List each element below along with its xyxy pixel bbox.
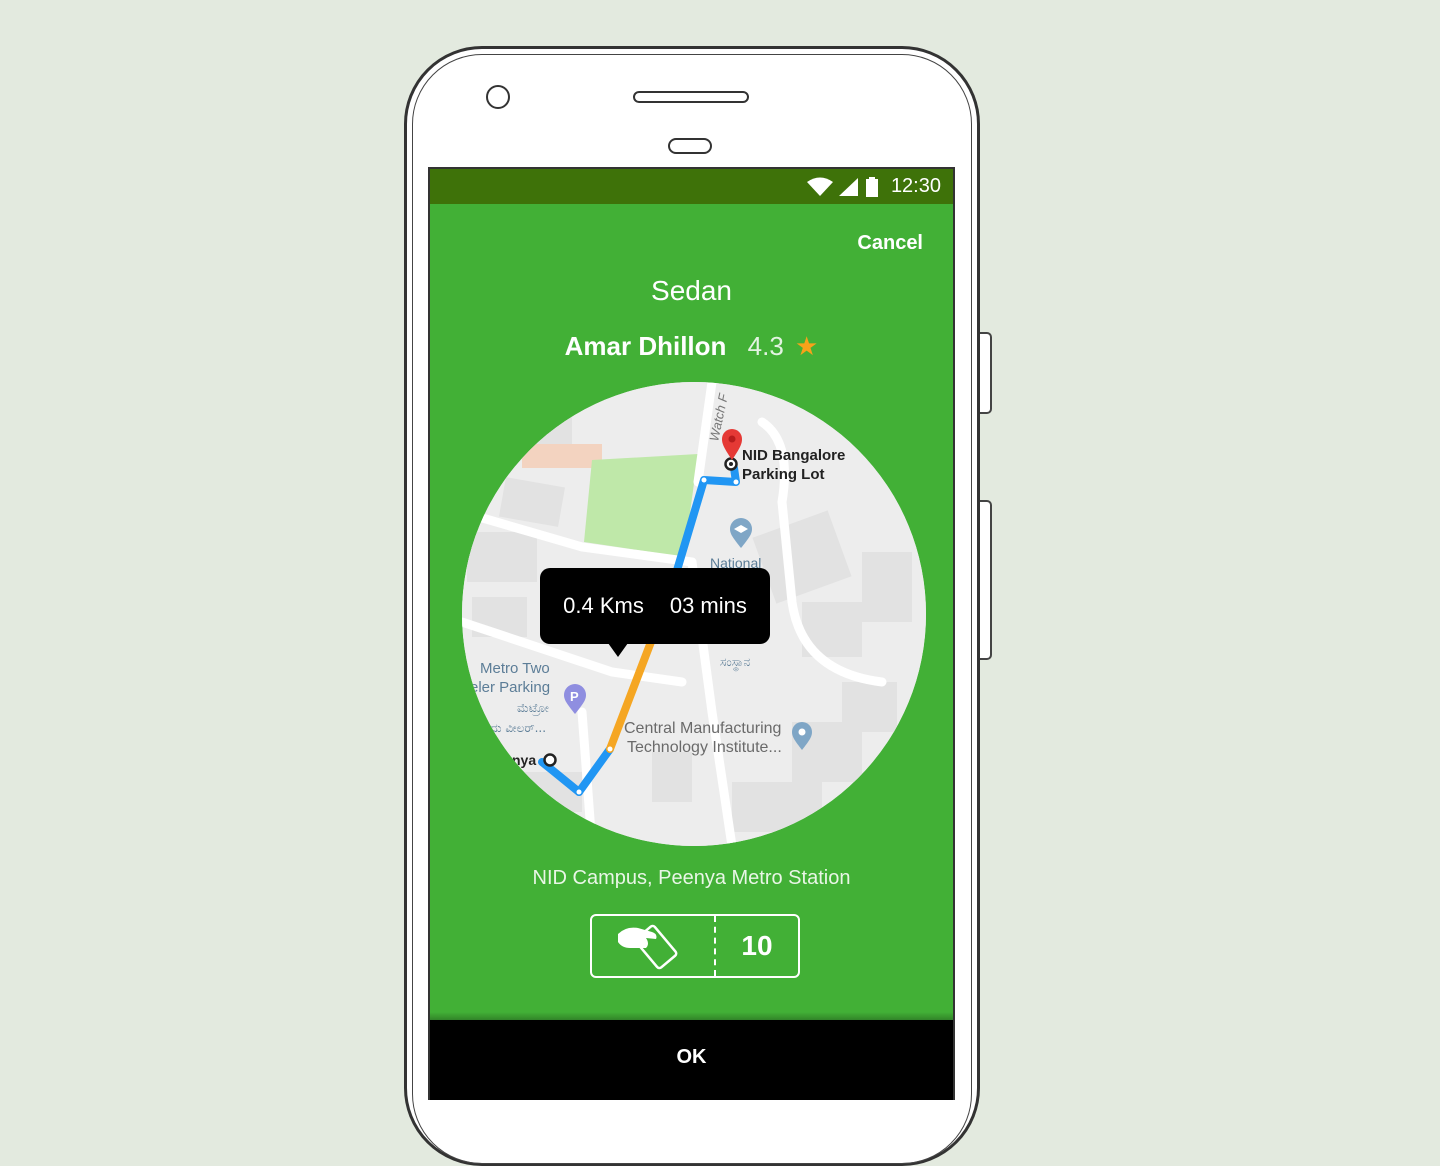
destination-label-line1: NID Bangalore — [742, 447, 845, 464]
destination-label-line2: Parking Lot — [742, 466, 825, 483]
ok-bar-shadow — [430, 1012, 953, 1020]
poi-cmti-label-line1: Central Manufacturing — [624, 720, 781, 737]
vehicle-type: Sedan — [651, 275, 732, 306]
route-distance: 0.4 Kms — [563, 593, 644, 618]
status-bar: 12:30 — [430, 167, 953, 204]
route-summary: NID Campus, Peenya Metro Station — [532, 867, 851, 889]
battery-icon — [865, 176, 878, 197]
poi-parking-kannada-1: ಮೆಟ್ರೋ — [517, 701, 549, 715]
fare-icon-cell — [592, 916, 716, 976]
ok-label: OK — [676, 1045, 707, 1068]
driver-info: Amar Dhillon 4.3 ★ — [430, 331, 953, 362]
status-icons: 12:30 — [806, 175, 941, 198]
route-info-tooltip: 0.4 Kms 03 mins — [540, 568, 770, 644]
front-camera — [486, 85, 510, 109]
star-icon: ★ — [795, 331, 819, 361]
map-park — [584, 454, 698, 557]
cancel-button[interactable]: Cancel — [851, 231, 929, 256]
map-commercial-area — [522, 444, 602, 468]
status-time: 12:30 — [890, 175, 941, 197]
proximity-sensor — [668, 138, 712, 154]
ok-button[interactable]: OK — [430, 1020, 953, 1100]
driver-name: Amar Dhillon — [564, 331, 727, 361]
earpiece-speaker — [633, 91, 749, 103]
fare-box: 10 — [590, 914, 800, 978]
power-button — [980, 332, 992, 414]
origin-marker-icon — [543, 753, 557, 767]
volume-button — [980, 500, 992, 660]
payment-card-hand-icon — [618, 924, 678, 970]
poi-parking-kannada-2: ದು ವೀಲರ್... — [490, 721, 546, 735]
tooltip-arrow — [608, 643, 628, 657]
origin-label: nya — [512, 752, 536, 768]
cell-signal-icon — [838, 177, 858, 196]
route-duration: 03 mins — [669, 593, 747, 618]
fare-value: 10 — [741, 930, 773, 961]
driver-rating: 4.3 — [747, 331, 784, 361]
svg-text:P: P — [570, 689, 579, 704]
poi-cmti-label-line2: Technology Institute... — [627, 739, 782, 756]
poi-parking-label-line1: Metro Two — [480, 660, 550, 677]
poi-parking-label-line2: eler Parking — [470, 679, 550, 696]
app-screen: 12:30 Cancel Sedan Amar Dhillon 4.3 ★ ny… — [428, 167, 955, 1100]
wifi-icon — [806, 177, 833, 196]
